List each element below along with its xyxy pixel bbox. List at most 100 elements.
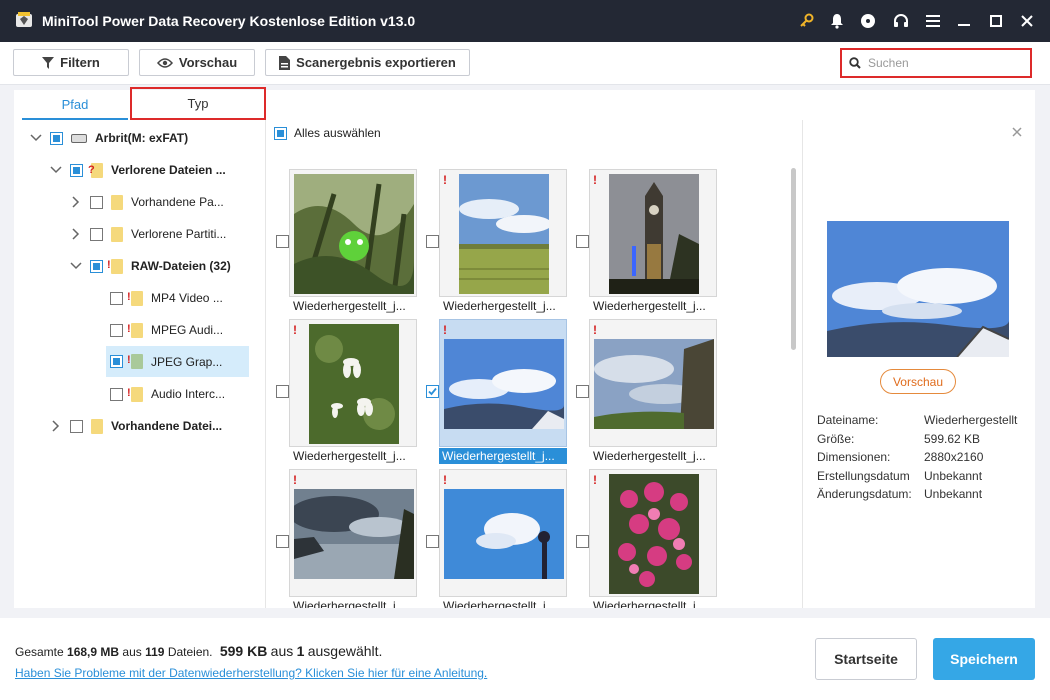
selected-count: 1 bbox=[296, 643, 305, 659]
file-tile[interactable]: ! bbox=[439, 169, 567, 297]
select-all-label: Alles auswählen bbox=[294, 126, 381, 140]
file-checkbox[interactable] bbox=[426, 535, 439, 548]
file-checkbox[interactable] bbox=[276, 535, 289, 548]
folder-icon bbox=[111, 226, 123, 242]
file-tile[interactable]: ! bbox=[589, 469, 717, 597]
file-checkbox[interactable] bbox=[276, 235, 289, 248]
help-link[interactable]: Haben Sie Probleme mit der Datenwiederhe… bbox=[15, 666, 487, 680]
tree-label: Verlorene Dateien ... bbox=[111, 163, 226, 177]
tree-node-mpeg[interactable]: ! MPEG Audi... bbox=[110, 319, 223, 341]
menu-icon[interactable] bbox=[923, 11, 943, 31]
preview-label: Vorschau bbox=[178, 55, 238, 70]
thumbnail bbox=[294, 489, 414, 579]
folder-icon bbox=[111, 194, 123, 210]
file-checkbox[interactable] bbox=[576, 385, 589, 398]
thumbnail bbox=[444, 339, 564, 429]
chevron-right-icon[interactable] bbox=[70, 196, 82, 208]
file-tile[interactable]: ! bbox=[589, 169, 717, 297]
filter-icon bbox=[42, 56, 55, 69]
file-tile[interactable]: ! bbox=[289, 319, 417, 447]
tree-node-existing-partition[interactable]: Vorhandene Pa... bbox=[70, 191, 224, 213]
file-name[interactable]: Wiederhergestellt_j... bbox=[293, 449, 425, 463]
file-name[interactable]: Wiederhergestellt_j... bbox=[293, 299, 425, 313]
file-checkbox[interactable] bbox=[576, 235, 589, 248]
tree-label: Vorhandene Datei... bbox=[111, 419, 223, 433]
tab-path[interactable]: Pfad bbox=[22, 90, 128, 120]
tree-checkbox[interactable] bbox=[110, 355, 123, 368]
tree-checkbox[interactable] bbox=[110, 387, 123, 401]
file-checkbox[interactable] bbox=[426, 235, 439, 248]
select-all[interactable]: Alles auswählen bbox=[274, 122, 381, 144]
search-box[interactable] bbox=[840, 48, 1032, 78]
tree-node-mp4[interactable]: ! MP4 Video ... bbox=[110, 287, 223, 309]
home-button[interactable]: Startseite bbox=[815, 638, 917, 680]
tree-checkbox[interactable] bbox=[90, 227, 103, 241]
tree-checkbox[interactable] bbox=[90, 259, 103, 273]
info-value-size: 599.62 KB bbox=[924, 432, 981, 446]
tab-type[interactable]: Typ bbox=[130, 87, 266, 120]
save-button[interactable]: Speichern bbox=[933, 638, 1035, 680]
export-button[interactable]: Scanergebnis exportieren bbox=[265, 49, 470, 76]
chevron-down-icon[interactable] bbox=[30, 132, 42, 144]
preview-button[interactable]: Vorschau bbox=[880, 369, 956, 394]
file-name[interactable]: Wiederhergestellt_j... bbox=[593, 449, 725, 463]
disc-icon[interactable] bbox=[858, 11, 878, 31]
close-preview-icon[interactable] bbox=[1012, 126, 1024, 138]
chevron-right-icon[interactable] bbox=[50, 420, 62, 432]
view-tabs: Pfad Typ bbox=[22, 87, 266, 120]
file-tile[interactable]: ! bbox=[589, 319, 717, 447]
tree-checkbox[interactable] bbox=[90, 195, 103, 209]
tree-node-audio[interactable]: ! Audio Interc... bbox=[110, 383, 225, 405]
file-name[interactable]: Wiederhergestellt_j... bbox=[593, 299, 725, 313]
tree-node-root[interactable]: Arbrit(M: exFAT) bbox=[30, 127, 188, 149]
bell-icon[interactable] bbox=[827, 11, 847, 31]
file-name[interactable]: Wiederhergestellt_j... bbox=[293, 599, 425, 608]
file-name[interactable]: Wiederhergestellt_j... bbox=[443, 599, 575, 608]
file-name[interactable]: Wiederhergestellt_j... bbox=[439, 448, 567, 464]
filter-label: Filtern bbox=[60, 55, 100, 70]
folder-icon: ! bbox=[127, 290, 143, 306]
tree-checkbox[interactable] bbox=[70, 419, 83, 433]
filter-button[interactable]: Filtern bbox=[13, 49, 129, 76]
thumbnail bbox=[294, 174, 414, 294]
key-icon[interactable] bbox=[796, 11, 816, 31]
tree-checkbox[interactable] bbox=[70, 163, 83, 177]
tree-checkbox[interactable] bbox=[110, 323, 123, 337]
file-tile[interactable]: ! bbox=[289, 469, 417, 597]
preview-toolbar-button[interactable]: Vorschau bbox=[139, 49, 255, 76]
tree-label: MP4 Video ... bbox=[151, 291, 223, 305]
info-value-created: Unbekannt bbox=[924, 469, 983, 483]
headset-icon[interactable] bbox=[891, 11, 911, 31]
status-summary: Gesamte 168,9 MB aus 119 Dateien. 599 KB… bbox=[15, 643, 382, 659]
file-name[interactable]: Wiederhergestellt_j... bbox=[593, 599, 725, 608]
file-tile[interactable]: ! bbox=[439, 319, 567, 447]
info-label-size: Größe: bbox=[817, 432, 855, 446]
file-name[interactable]: Wiederhergestellt_j... bbox=[443, 299, 575, 313]
maximize-icon[interactable] bbox=[986, 11, 1006, 31]
file-tile[interactable]: ! bbox=[289, 169, 417, 297]
chevron-down-icon[interactable] bbox=[50, 164, 62, 176]
chevron-right-icon[interactable] bbox=[70, 228, 82, 240]
tree-node-jpeg[interactable]: ! JPEG Grap... bbox=[106, 346, 249, 377]
grid-scrollbar[interactable] bbox=[791, 168, 796, 350]
file-tile[interactable]: ! bbox=[439, 469, 567, 597]
warning-icon: ! bbox=[293, 473, 297, 487]
minimize-icon[interactable] bbox=[954, 11, 974, 31]
select-all-checkbox[interactable] bbox=[274, 126, 287, 140]
file-checkbox[interactable] bbox=[426, 385, 439, 398]
tree-node-lost-files[interactable]: ? Verlorene Dateien ... bbox=[50, 159, 226, 181]
tree-node-existing-files[interactable]: Vorhandene Datei... bbox=[50, 415, 222, 437]
info-label-dimensions: Dimensionen: bbox=[817, 450, 891, 464]
total-size: 168,9 MB bbox=[67, 645, 120, 659]
file-count: 119 bbox=[145, 645, 165, 659]
file-checkbox[interactable] bbox=[276, 385, 289, 398]
close-icon[interactable] bbox=[1017, 11, 1037, 31]
search-input[interactable] bbox=[868, 54, 1028, 72]
tree-checkbox[interactable] bbox=[110, 291, 123, 305]
chevron-down-icon[interactable] bbox=[70, 260, 82, 272]
folder-icon: ? bbox=[88, 162, 103, 178]
file-checkbox[interactable] bbox=[576, 535, 589, 548]
tree-node-raw-files[interactable]: ! RAW-Dateien (32) bbox=[70, 255, 231, 277]
tree-checkbox[interactable] bbox=[50, 131, 63, 145]
tree-node-lost-partition[interactable]: Verlorene Partiti... bbox=[70, 223, 226, 245]
